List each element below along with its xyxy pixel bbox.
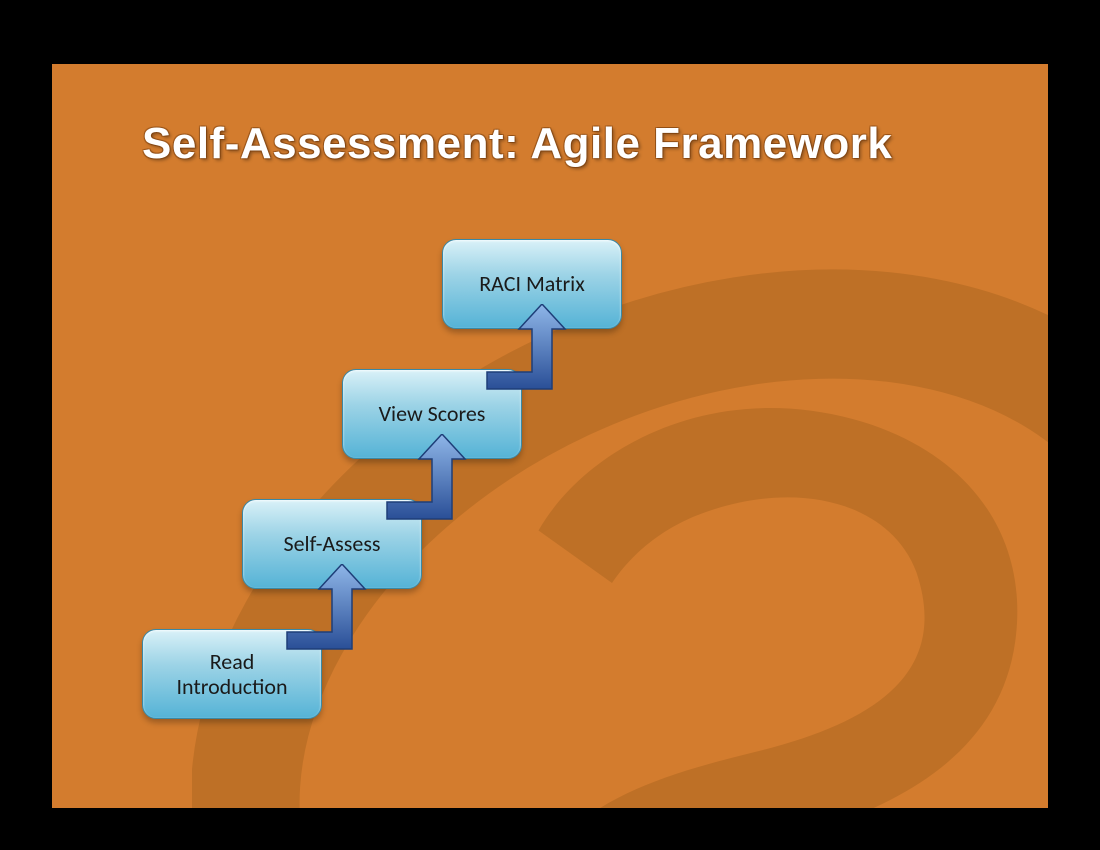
page: Self-Assessment: Agile Framework Read In… (0, 0, 1100, 850)
step-box-1[interactable]: Read Introduction (142, 629, 322, 719)
step-label: Self-Assess (283, 531, 380, 556)
slide-canvas: Self-Assessment: Agile Framework Read In… (52, 64, 1048, 808)
step-box-4[interactable]: RACI Matrix (442, 239, 622, 329)
step-label: View Scores (379, 401, 486, 426)
step-label: RACI Matrix (479, 271, 585, 296)
slide-title: Self-Assessment: Agile Framework (142, 119, 892, 169)
step-box-2[interactable]: Self-Assess (242, 499, 422, 589)
step-box-3[interactable]: View Scores (342, 369, 522, 459)
step-label: Read Introduction (153, 649, 311, 700)
